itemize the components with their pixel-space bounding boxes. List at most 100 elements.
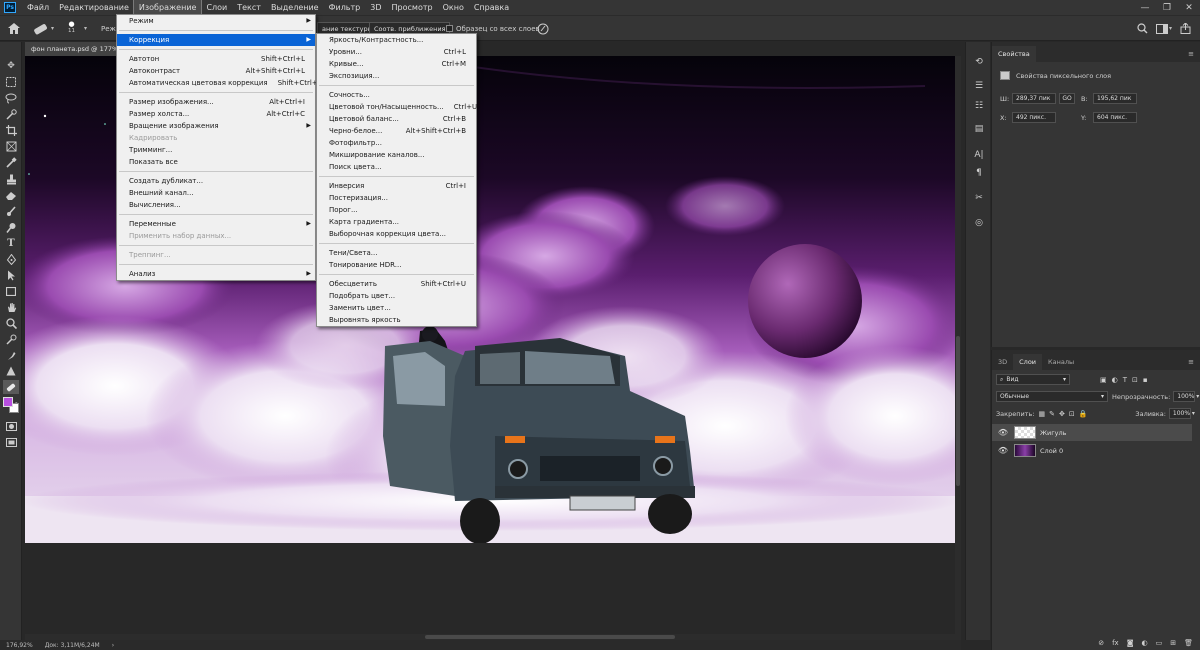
lasso-tool-icon[interactable] xyxy=(3,91,19,105)
new-group-icon[interactable]: ▭ xyxy=(1156,639,1163,647)
fill-field[interactable]: 100% xyxy=(1168,408,1191,419)
styles-icon[interactable]: ◎ xyxy=(971,216,987,230)
menu-item[interactable]: Уровни... Ctrl+L xyxy=(317,46,476,58)
menu-item[interactable]: Инверсия Ctrl+I xyxy=(317,180,476,192)
tools-presets-icon[interactable]: ✂ xyxy=(971,191,987,205)
tab-channels[interactable]: Каналы xyxy=(1042,354,1080,370)
crop-tool-icon[interactable] xyxy=(3,123,19,137)
libraries-icon[interactable]: ▤ xyxy=(971,122,987,136)
adjustment-layer-icon[interactable]: ◐ xyxy=(1142,639,1148,647)
paragraph-icon[interactable]: ¶ xyxy=(971,166,987,180)
minimize-icon[interactable]: — xyxy=(1134,0,1156,15)
tab-layers[interactable]: Слои xyxy=(1013,354,1043,370)
menu-item[interactable]: Внешний канал... xyxy=(117,187,315,199)
menu-item[interactable]: Вращение изображения ▶ xyxy=(117,120,315,132)
blend-mode-select[interactable]: Обычные ▾ xyxy=(996,391,1108,402)
menu-item[interactable]: Обесцветить Shift+Ctrl+U xyxy=(317,278,476,290)
menu-item[interactable]: Черно-белое... Alt+Shift+Ctrl+B xyxy=(317,125,476,137)
horizontal-scroll-thumb[interactable] xyxy=(425,635,675,639)
zoom-tool-icon[interactable] xyxy=(3,316,19,330)
search-icon[interactable] xyxy=(1137,20,1148,37)
menu-file[interactable]: Файл xyxy=(22,0,54,15)
menu-item[interactable]: Экспозиция... xyxy=(317,70,476,82)
menu-item[interactable]: Режим ▶ xyxy=(117,15,315,27)
menu-item[interactable]: Показать все xyxy=(117,156,315,168)
marquee-tool-icon[interactable] xyxy=(3,75,19,89)
share-icon[interactable] xyxy=(1180,20,1191,37)
stamp-tool-icon[interactable] xyxy=(3,172,19,186)
frame-tool-icon[interactable] xyxy=(3,139,19,153)
menu-item[interactable]: Цветовой тон/Насыщенность... Ctrl+U xyxy=(317,101,477,113)
menu-item[interactable]: Фотофильтр... xyxy=(317,137,476,149)
chevron-down-icon[interactable]: ▾ xyxy=(1192,410,1195,417)
vertical-scroll-thumb[interactable] xyxy=(956,336,960,486)
brush-size-picker[interactable]: ● 11 xyxy=(68,20,75,37)
menu-select[interactable]: Выделение xyxy=(266,0,324,15)
menu-item[interactable]: Размер изображения... Alt+Ctrl+I xyxy=(117,96,315,108)
new-layer-icon[interactable]: ⊞ xyxy=(1170,639,1176,647)
menu-edit[interactable]: Редактирование xyxy=(54,0,134,15)
dodge-tool-icon[interactable] xyxy=(3,220,19,234)
tab-3d[interactable]: 3D xyxy=(992,354,1013,370)
fx-icon[interactable]: fx xyxy=(1112,639,1119,647)
menu-item[interactable]: Тени/Света... xyxy=(317,247,476,259)
chevron-down-icon[interactable]: ▾ xyxy=(1196,393,1199,400)
zoom-level[interactable]: 176,92% xyxy=(0,642,39,649)
menu-view[interactable]: Просмотр xyxy=(387,0,438,15)
menu-item[interactable]: Размер холста... Alt+Ctrl+C xyxy=(117,108,315,120)
menu-item[interactable]: Порог... xyxy=(317,204,476,216)
screen-mode-icon[interactable] xyxy=(3,435,19,449)
menu-item[interactable]: Кривые... Ctrl+M xyxy=(317,58,476,70)
trash-icon[interactable]: 🗑 xyxy=(1184,639,1193,647)
adjustments-icon[interactable]: ☰ xyxy=(971,79,987,93)
menu-item[interactable]: Сочность... xyxy=(317,89,476,101)
healing-brush-icon[interactable]: ▾ xyxy=(33,20,54,37)
panel-menu-icon[interactable]: ≡ xyxy=(1188,46,1200,62)
menu-filter[interactable]: Фильтр xyxy=(324,0,366,15)
menu-item[interactable]: Переменные ▶ xyxy=(117,218,315,230)
menu-item[interactable]: Заменить цвет... xyxy=(317,302,476,314)
layer-comps-icon[interactable]: ☷ xyxy=(971,99,987,113)
color-sampler-tool-icon[interactable] xyxy=(3,332,19,346)
menu-item[interactable]: Яркость/Контрастность... xyxy=(317,34,476,46)
layer-filter-select[interactable]: ⌕ Вид ▾ xyxy=(996,374,1070,385)
path-selection-tool-icon[interactable] xyxy=(3,268,19,282)
hand-tool-icon[interactable] xyxy=(3,300,19,314)
menu-item[interactable]: Поиск цвета... xyxy=(317,161,476,173)
eye-icon[interactable]: 👁 xyxy=(996,446,1010,455)
lock-icons[interactable]: ▦✎✥⊡🔒 xyxy=(1038,410,1091,418)
menu-item[interactable]: Коррекция ▶ xyxy=(117,34,315,46)
eye-icon[interactable]: 👁 xyxy=(996,428,1010,437)
foreground-color-swatch[interactable] xyxy=(3,397,13,407)
eyedropper-tool-icon[interactable] xyxy=(3,155,19,169)
quick-selection-tool-icon[interactable] xyxy=(3,107,19,121)
menu-item[interactable]: Микширование каналов... xyxy=(317,149,476,161)
history-icon[interactable]: ⟲ xyxy=(971,55,987,69)
sample-all-layers-checkbox[interactable] xyxy=(446,25,453,32)
height-field[interactable]: 195,62 пик xyxy=(1093,93,1137,104)
menu-item[interactable]: Автоматическая цветовая коррекция Shift+C… xyxy=(117,77,323,89)
close-icon[interactable]: ✕ xyxy=(1178,0,1200,15)
menu-help[interactable]: Справка xyxy=(469,0,514,15)
menu-text[interactable]: Текст xyxy=(232,0,266,15)
menu-item[interactable]: Тонирование HDR... xyxy=(317,259,476,271)
chevron-down-icon[interactable]: ▾ xyxy=(84,20,87,37)
menu-item[interactable]: Постеризация... xyxy=(317,192,476,204)
character-icon[interactable]: A| xyxy=(971,148,987,162)
link-dimensions-button[interactable]: GO xyxy=(1059,93,1075,104)
layer-row[interactable]: 👁 Слой 0 xyxy=(992,442,1192,459)
y-field[interactable]: 604 пикс. xyxy=(1093,112,1137,123)
layer-filter-icons[interactable]: ▣◐T⊡▪ xyxy=(1100,376,1153,384)
gradient-tool-icon[interactable] xyxy=(3,204,19,218)
text-tool-icon[interactable]: T xyxy=(3,236,19,250)
menu-window[interactable]: Окно xyxy=(438,0,469,15)
menu-item[interactable]: Создать дубликат... xyxy=(117,175,315,187)
pressure-icon[interactable] xyxy=(537,20,549,37)
menu-layers[interactable]: Слои xyxy=(201,0,232,15)
menu-item[interactable]: Автотон Shift+Ctrl+L xyxy=(117,53,315,65)
smudge-tool-icon[interactable] xyxy=(3,348,19,362)
maximize-icon[interactable]: ❐ xyxy=(1156,0,1178,15)
vertical-scrollbar[interactable] xyxy=(955,56,961,640)
menu-item[interactable]: Вычисления... xyxy=(117,199,315,211)
workspace-icon[interactable]: ▾ xyxy=(1156,20,1172,37)
